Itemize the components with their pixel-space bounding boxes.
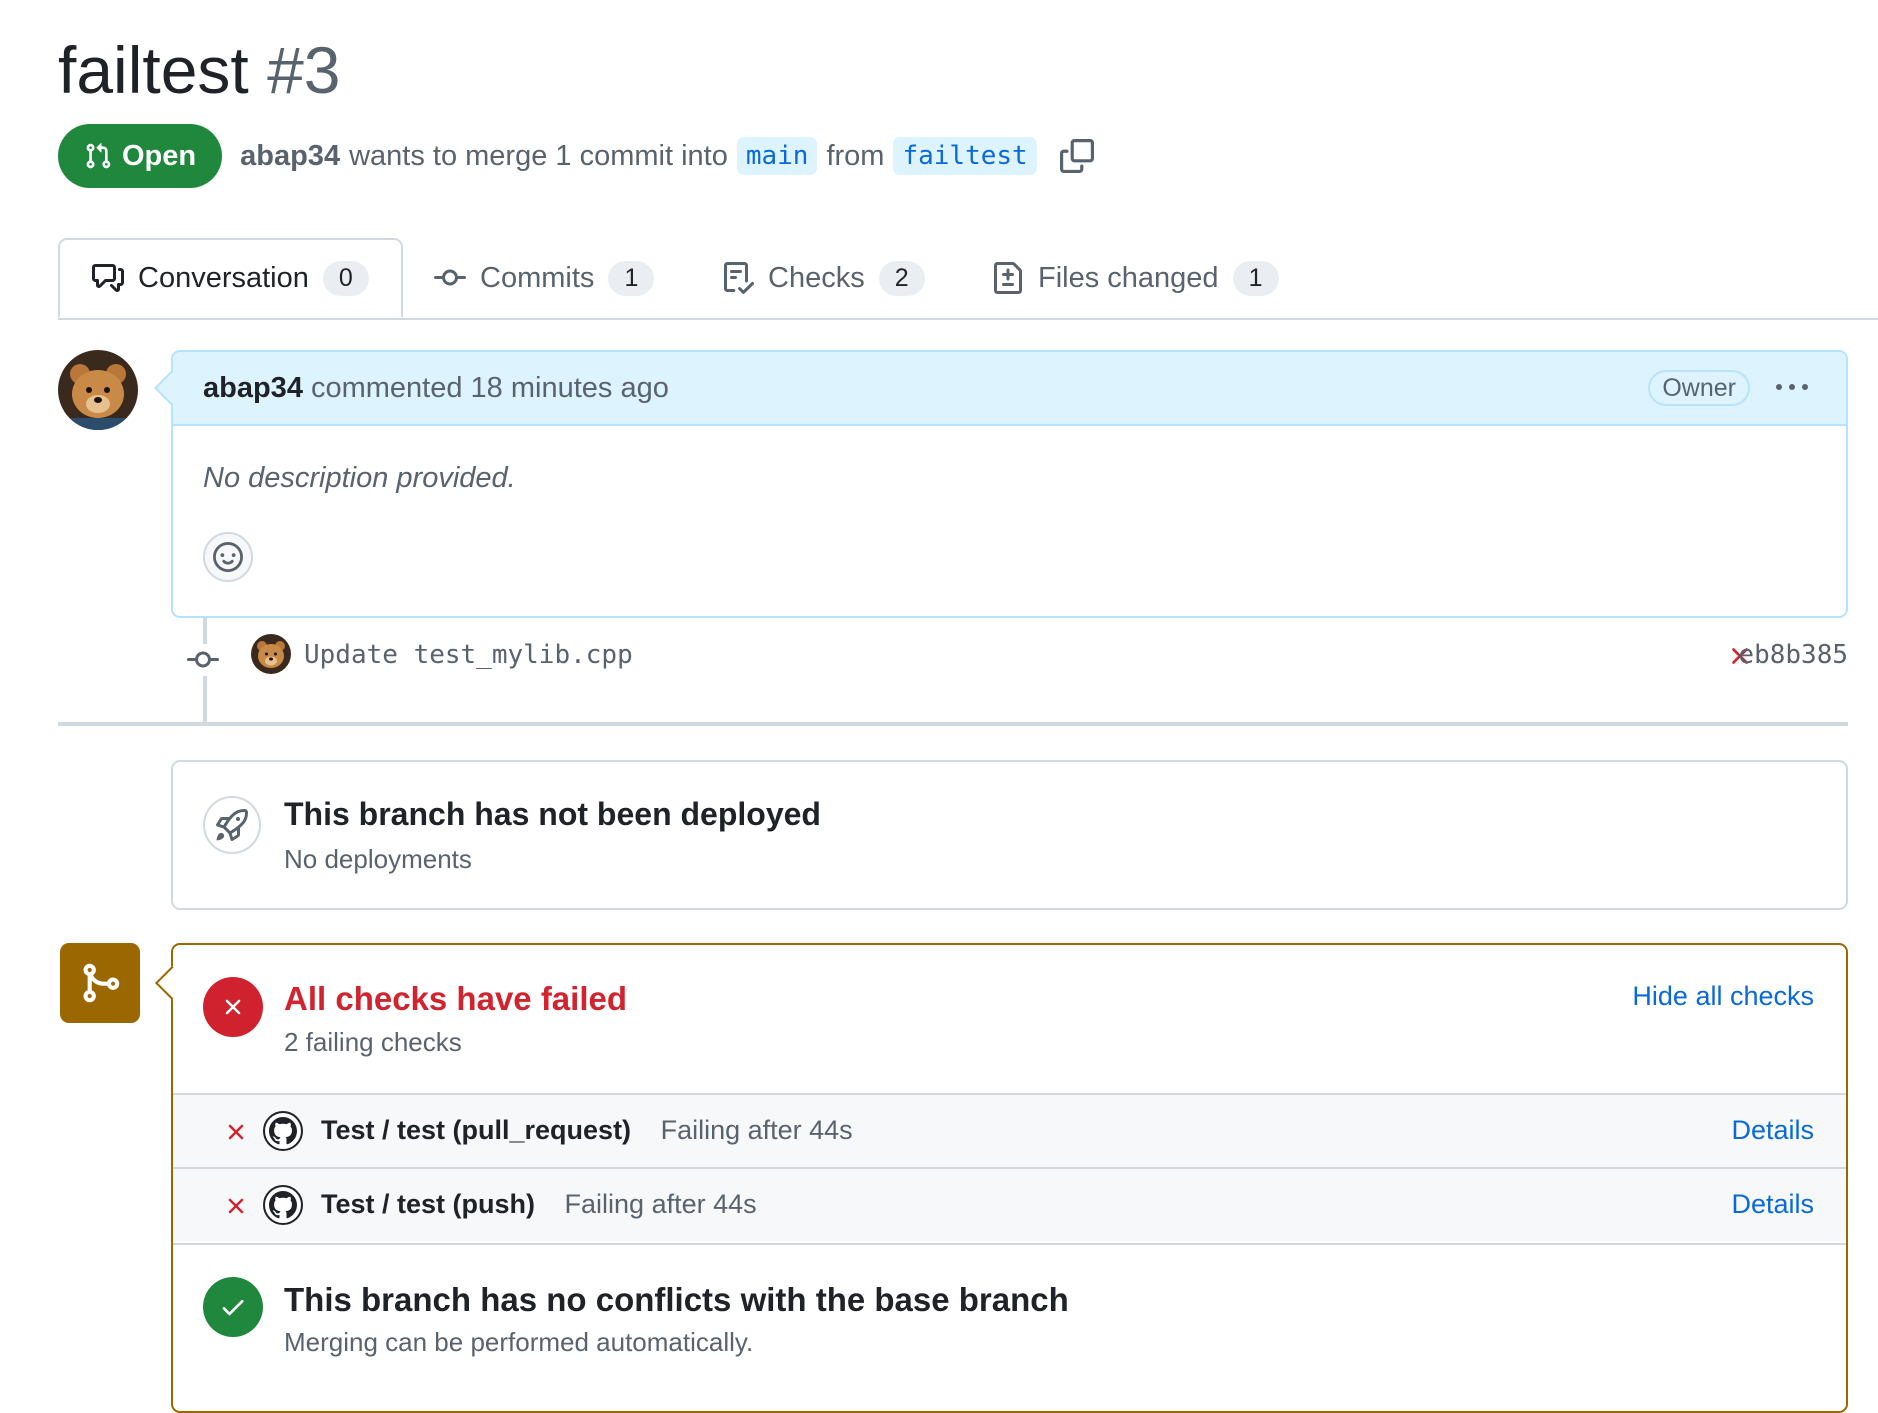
tab-counter: 0 — [322, 260, 369, 296]
tab-checks[interactable]: Checks 2 — [722, 238, 925, 318]
tab-counter: 1 — [608, 260, 655, 296]
tab-counter: 2 — [878, 260, 925, 296]
comment-card: abap34 commented 18 minutes ago Owner No… — [154, 350, 1848, 618]
check-status: Failing after 44s — [660, 1115, 853, 1145]
pr-tabs: Conversation 0 Commits 1 Checks 2 Files … — [58, 238, 1878, 320]
timeline-divider — [58, 722, 1848, 726]
pr-author-link[interactable]: abap34 — [240, 140, 340, 173]
tab-label: Conversation — [138, 261, 309, 294]
copy-icon[interactable] — [1059, 139, 1094, 173]
commit-message-link[interactable]: Update test_mylib.cpp — [304, 640, 633, 670]
check-title: Test / test (pull_request) — [321, 1115, 632, 1145]
git-merge-icon — [60, 943, 140, 1023]
tab-conversation[interactable]: Conversation 0 — [58, 238, 403, 318]
comment-author[interactable]: abap34 — [203, 372, 303, 405]
no-conflicts-subtitle: Merging can be performed automatically. — [284, 1327, 754, 1357]
deployment-title: This branch has not been deployed — [284, 796, 821, 832]
check-row: Test / test (push) Failing after 44s Det… — [173, 1167, 1846, 1241]
commit-author-avatar[interactable] — [251, 634, 291, 674]
base-branch[interactable]: main — [736, 137, 818, 175]
no-conflicts-section: This branch has no conflicts with the ba… — [173, 1243, 1846, 1393]
commit-sha-link[interactable]: eb8b385 — [1738, 640, 1848, 670]
no-conflicts-title: This branch has no conflicts with the ba… — [284, 1281, 1069, 1318]
check-name: Test / test (push) Failing after 44s — [321, 1189, 757, 1220]
commit-icon — [187, 644, 219, 676]
tab-label: Files changed — [1038, 261, 1219, 294]
tab-files-changed[interactable]: Files changed 1 — [992, 238, 1279, 318]
hide-all-checks-button[interactable]: Hide all checks — [1632, 981, 1814, 1012]
check-status: Failing after 44s — [564, 1189, 757, 1219]
tab-counter: 1 — [1232, 260, 1279, 296]
merge-text: wants to merge 1 commit into — [349, 139, 728, 172]
comment-timestamp[interactable]: commented 18 minutes ago — [311, 372, 669, 405]
github-icon — [263, 1185, 303, 1225]
x-circle-icon — [203, 977, 263, 1037]
github-icon — [263, 1111, 303, 1151]
kebab-horizontal-icon[interactable] — [1774, 376, 1810, 398]
comment-discussion-icon — [92, 262, 124, 294]
tab-label: Commits — [480, 261, 595, 294]
add-reaction-button[interactable] — [203, 532, 253, 582]
x-icon — [223, 1193, 249, 1219]
pr-title-text: failtest — [58, 33, 249, 107]
file-diff-icon — [992, 262, 1024, 294]
check-circle-icon — [203, 1277, 263, 1337]
rocket-icon — [203, 796, 261, 854]
x-icon — [223, 1119, 249, 1145]
check-details-link[interactable]: Details — [1731, 1189, 1814, 1220]
tab-label: Checks — [768, 261, 865, 294]
commit-icon — [434, 262, 466, 294]
merge-status-box: All checks have failed 2 failing checks … — [155, 943, 1848, 1413]
state-badge: Open — [58, 124, 223, 188]
check-name: Test / test (pull_request) Failing after… — [321, 1115, 853, 1146]
checklist-icon — [722, 262, 754, 294]
deployment-subtitle: No deployments — [284, 844, 472, 874]
tab-commits[interactable]: Commits 1 — [434, 238, 655, 318]
state-label: Open — [122, 139, 197, 172]
comment-body: No description provided. — [203, 462, 516, 494]
timeline-commit: Update test_mylib.cpp eb8b385 — [187, 634, 1848, 682]
checks-title: All checks have failed — [284, 980, 628, 1017]
pr-meta: Open abap34 wants to merge 1 commit into… — [58, 124, 1094, 188]
check-details-link[interactable]: Details — [1731, 1115, 1814, 1146]
check-title: Test / test (push) — [321, 1189, 536, 1219]
smiley-icon — [213, 542, 243, 572]
check-row: Test / test (pull_request) Failing after… — [173, 1093, 1846, 1167]
checks-subtitle: 2 failing checks — [284, 1027, 462, 1057]
pr-title: failtest #3 — [58, 30, 341, 110]
avatar[interactable] — [58, 350, 138, 430]
head-branch[interactable]: failtest — [893, 137, 1037, 175]
comment-header: abap34 commented 18 minutes ago Owner — [154, 352, 1846, 426]
owner-badge: Owner — [1648, 370, 1750, 406]
pr-number: #3 — [267, 33, 341, 107]
pull-request-icon — [84, 142, 112, 170]
deployment-card: This branch has not been deployed No dep… — [171, 760, 1848, 910]
from-text: from — [826, 139, 885, 172]
